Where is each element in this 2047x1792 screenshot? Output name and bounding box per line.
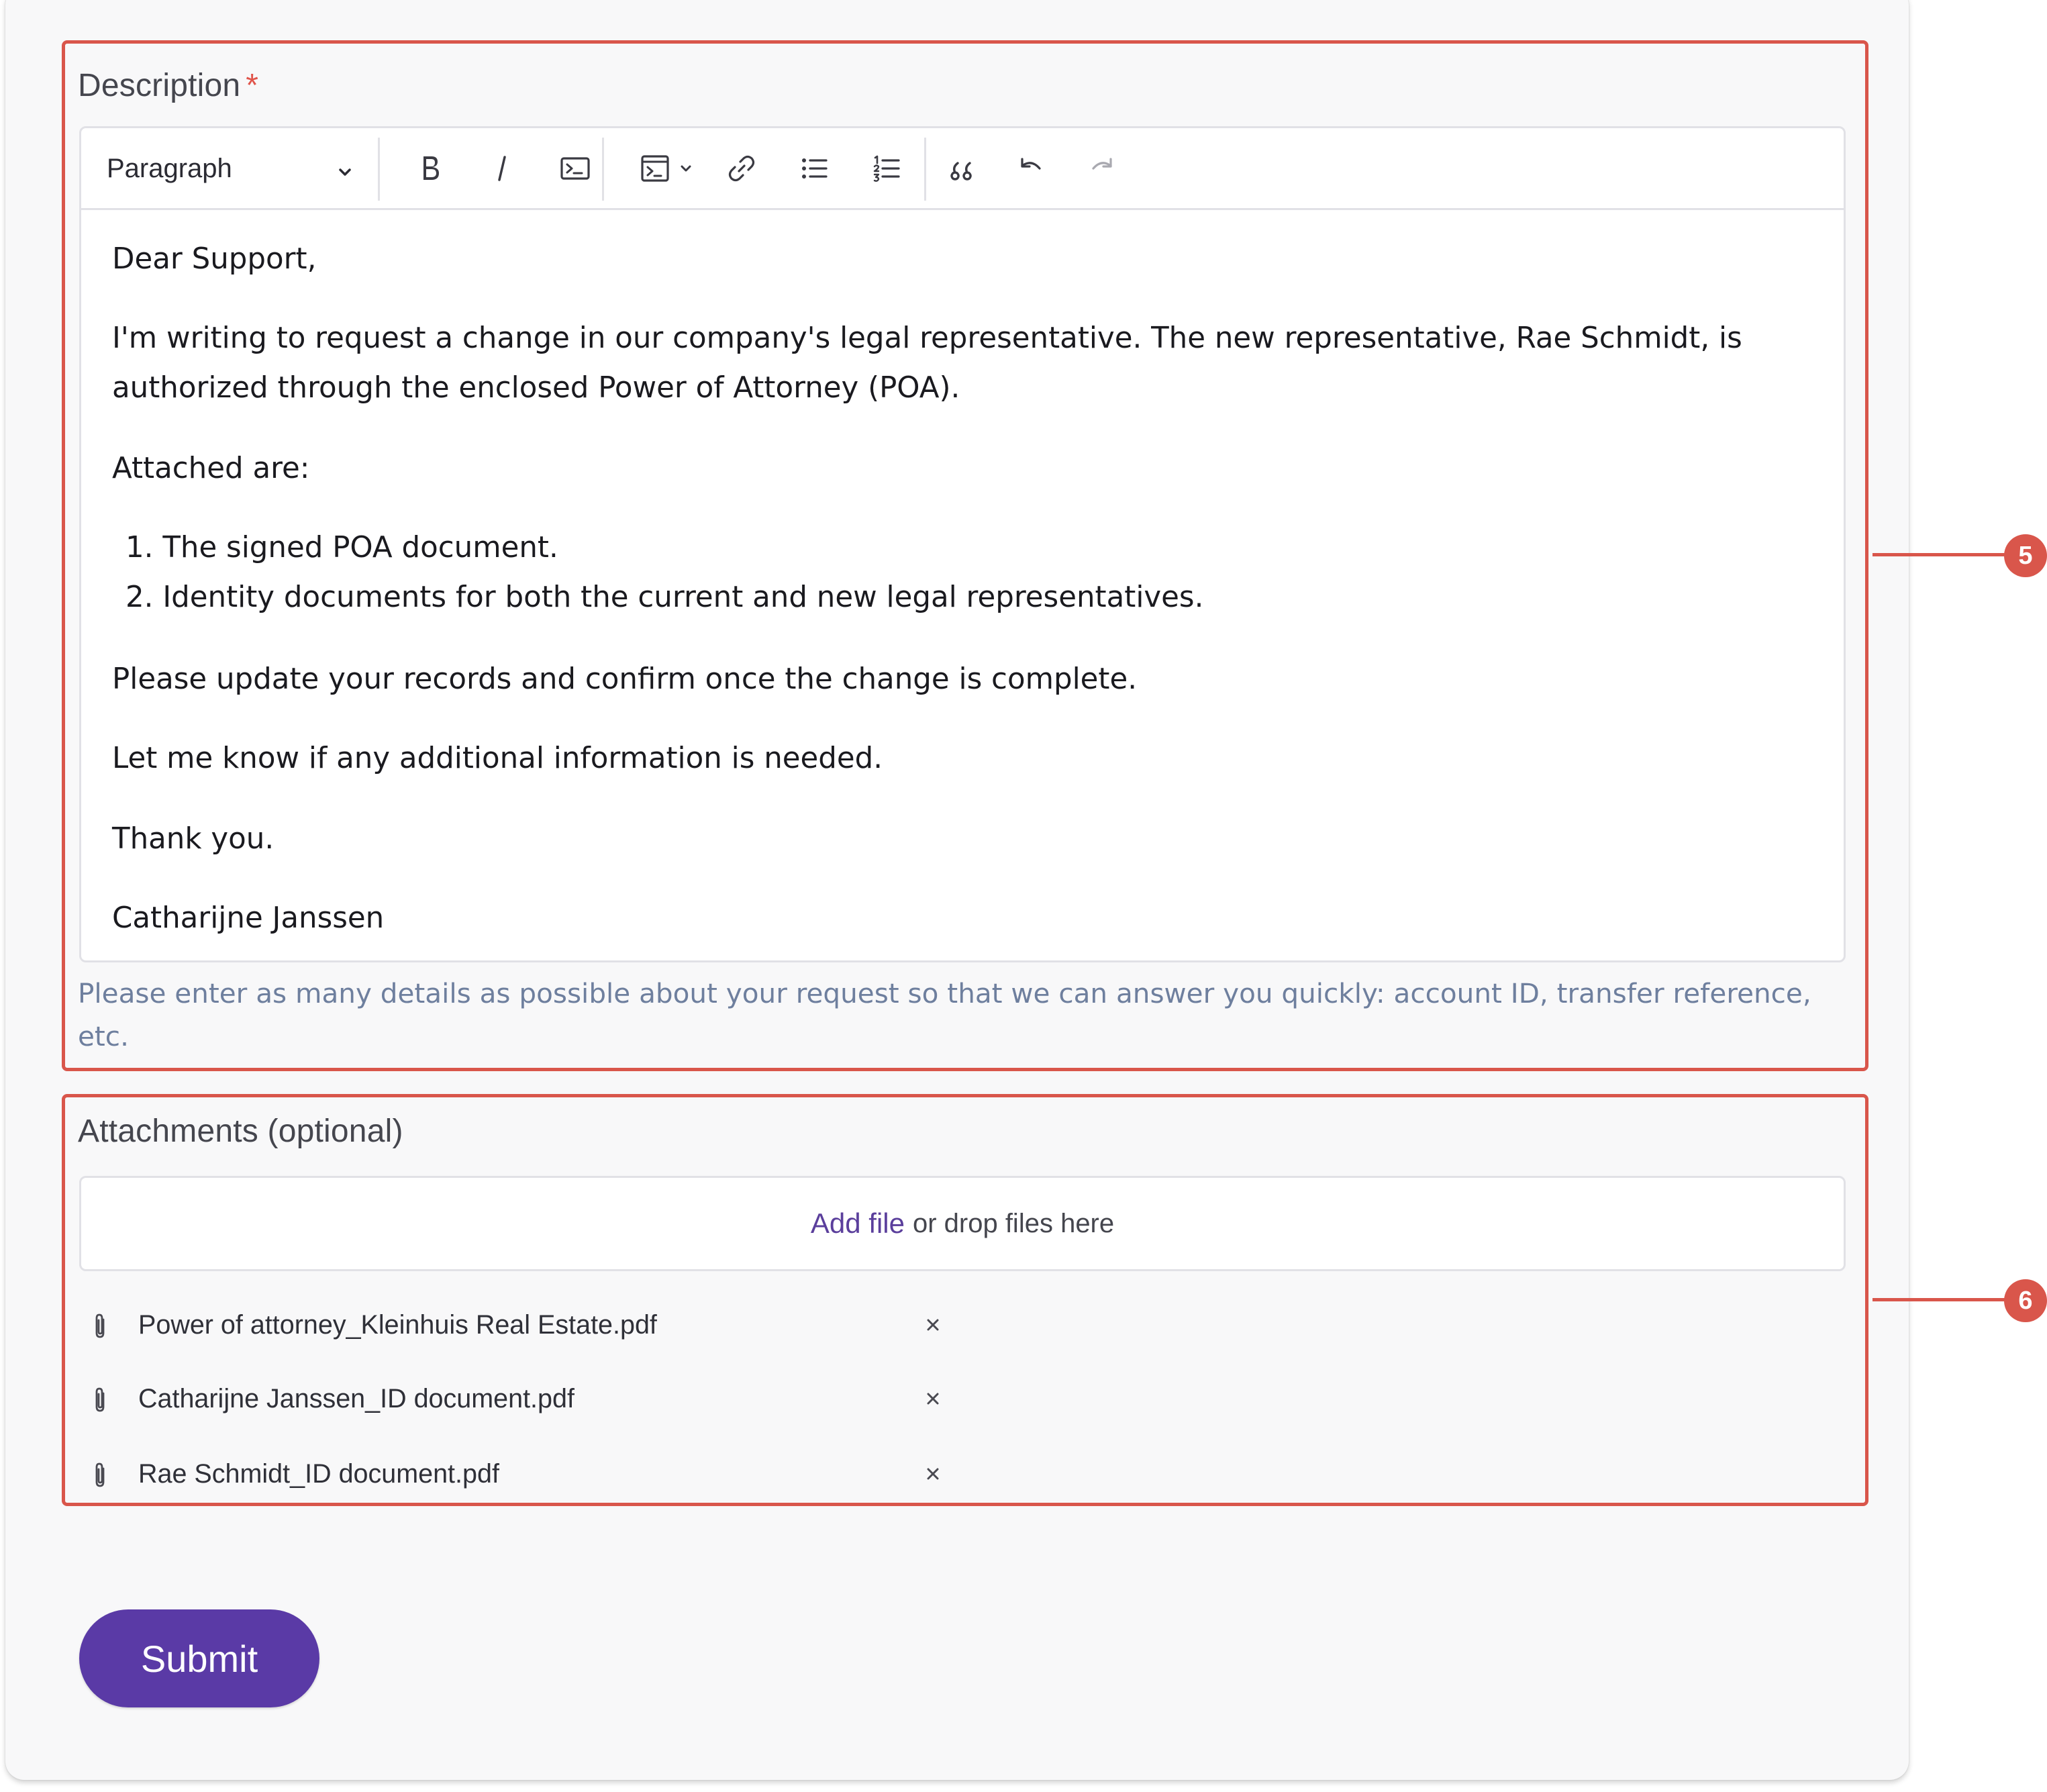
block-format-value: Paragraph bbox=[107, 153, 232, 183]
paperclip-icon bbox=[89, 1311, 113, 1344]
attachment-filename: Power of attorney_Kleinhuis Real Estate.… bbox=[138, 1310, 657, 1340]
redo-button[interactable] bbox=[1076, 144, 1130, 193]
drop-files-text: or drop files here bbox=[912, 1208, 1115, 1238]
greeting: Dear Support, bbox=[112, 242, 317, 276]
attachment-item: Power of attorney_Kleinhuis Real Estate.… bbox=[79, 1302, 952, 1349]
undo-button[interactable] bbox=[1003, 144, 1057, 193]
submit-button[interactable]: Submit bbox=[79, 1609, 319, 1707]
attachment-filename: Rae Schmidt_ID document.pdf bbox=[138, 1459, 499, 1489]
blockquote-button[interactable] bbox=[938, 144, 991, 193]
numbered-list-icon bbox=[870, 152, 903, 185]
code-icon bbox=[559, 152, 591, 185]
link-icon bbox=[726, 152, 758, 185]
description-label-text: Description bbox=[78, 68, 241, 103]
list-item: 1. The signed POA document. bbox=[126, 531, 558, 564]
redo-icon bbox=[1087, 152, 1119, 185]
remove-attachment-button[interactable] bbox=[919, 1460, 946, 1491]
description-label: Description * bbox=[78, 67, 258, 104]
remove-attachment-button[interactable] bbox=[919, 1311, 946, 1342]
callout-badge-6: 6 bbox=[2004, 1279, 2047, 1322]
block-format-select[interactable]: Paragraph bbox=[107, 144, 355, 193]
highlight-box-attachments bbox=[62, 1094, 1868, 1506]
toolbar-divider bbox=[602, 138, 604, 201]
paperclip-icon bbox=[89, 1385, 113, 1418]
description-helper-text: Please enter as many details as possible… bbox=[78, 977, 1811, 1052]
code-block-icon bbox=[639, 152, 671, 185]
paragraph-text: Please update your records and confirm o… bbox=[112, 662, 1138, 696]
paragraph-text: I'm writing to request a change in our c… bbox=[112, 321, 1742, 355]
paragraph-text: Thank you. bbox=[112, 822, 274, 856]
signature: Catharijne Janssen bbox=[112, 901, 385, 935]
bold-icon bbox=[415, 152, 445, 185]
file-dropzone[interactable]: Add file or drop files here bbox=[79, 1176, 1846, 1271]
attachments-label: Attachments (optional) bbox=[78, 1113, 403, 1149]
callout-connector bbox=[1873, 553, 2007, 556]
attachment-item: Rae Schmidt_ID document.pdf bbox=[79, 1451, 952, 1498]
undo-icon bbox=[1014, 152, 1046, 185]
paperclip-icon bbox=[89, 1460, 113, 1493]
bulleted-list-button[interactable] bbox=[787, 144, 841, 193]
required-marker: * bbox=[246, 68, 259, 103]
link-button[interactable] bbox=[715, 144, 768, 193]
attachment-filename: Catharijne Janssen_ID document.pdf bbox=[138, 1384, 575, 1413]
numbered-list-button[interactable] bbox=[860, 144, 913, 193]
editor-toolbar: Paragraph bbox=[81, 128, 1844, 210]
code-button[interactable] bbox=[548, 144, 602, 193]
paragraph-text: Attached are: bbox=[112, 452, 310, 485]
list-item: 2. Identity documents for both the curre… bbox=[126, 581, 1204, 614]
attachment-item: Catharijne Janssen_ID document.pdf bbox=[79, 1376, 952, 1423]
paragraph-text: Let me know if any additional informatio… bbox=[112, 742, 883, 775]
toolbar-divider bbox=[924, 138, 926, 201]
code-block-button[interactable] bbox=[626, 144, 707, 193]
rich-text-editor[interactable]: Paragraph Dear Support, I'm writing to r… bbox=[79, 126, 1846, 962]
callout-connector bbox=[1873, 1298, 2007, 1301]
italic-button[interactable] bbox=[476, 144, 530, 193]
add-file-link[interactable]: Add file bbox=[811, 1207, 905, 1240]
italic-icon bbox=[488, 152, 517, 185]
chevron-down-icon bbox=[678, 160, 694, 177]
blockquote-icon bbox=[948, 152, 981, 185]
toolbar-divider bbox=[378, 138, 380, 201]
remove-attachment-button[interactable] bbox=[919, 1385, 946, 1415]
bulleted-list-icon bbox=[798, 152, 830, 185]
callout-badge-5: 5 bbox=[2004, 534, 2047, 577]
chevron-down-icon bbox=[335, 159, 355, 189]
bold-button[interactable] bbox=[403, 144, 457, 193]
paragraph-text: authorized through the enclosed Power of… bbox=[112, 371, 960, 405]
